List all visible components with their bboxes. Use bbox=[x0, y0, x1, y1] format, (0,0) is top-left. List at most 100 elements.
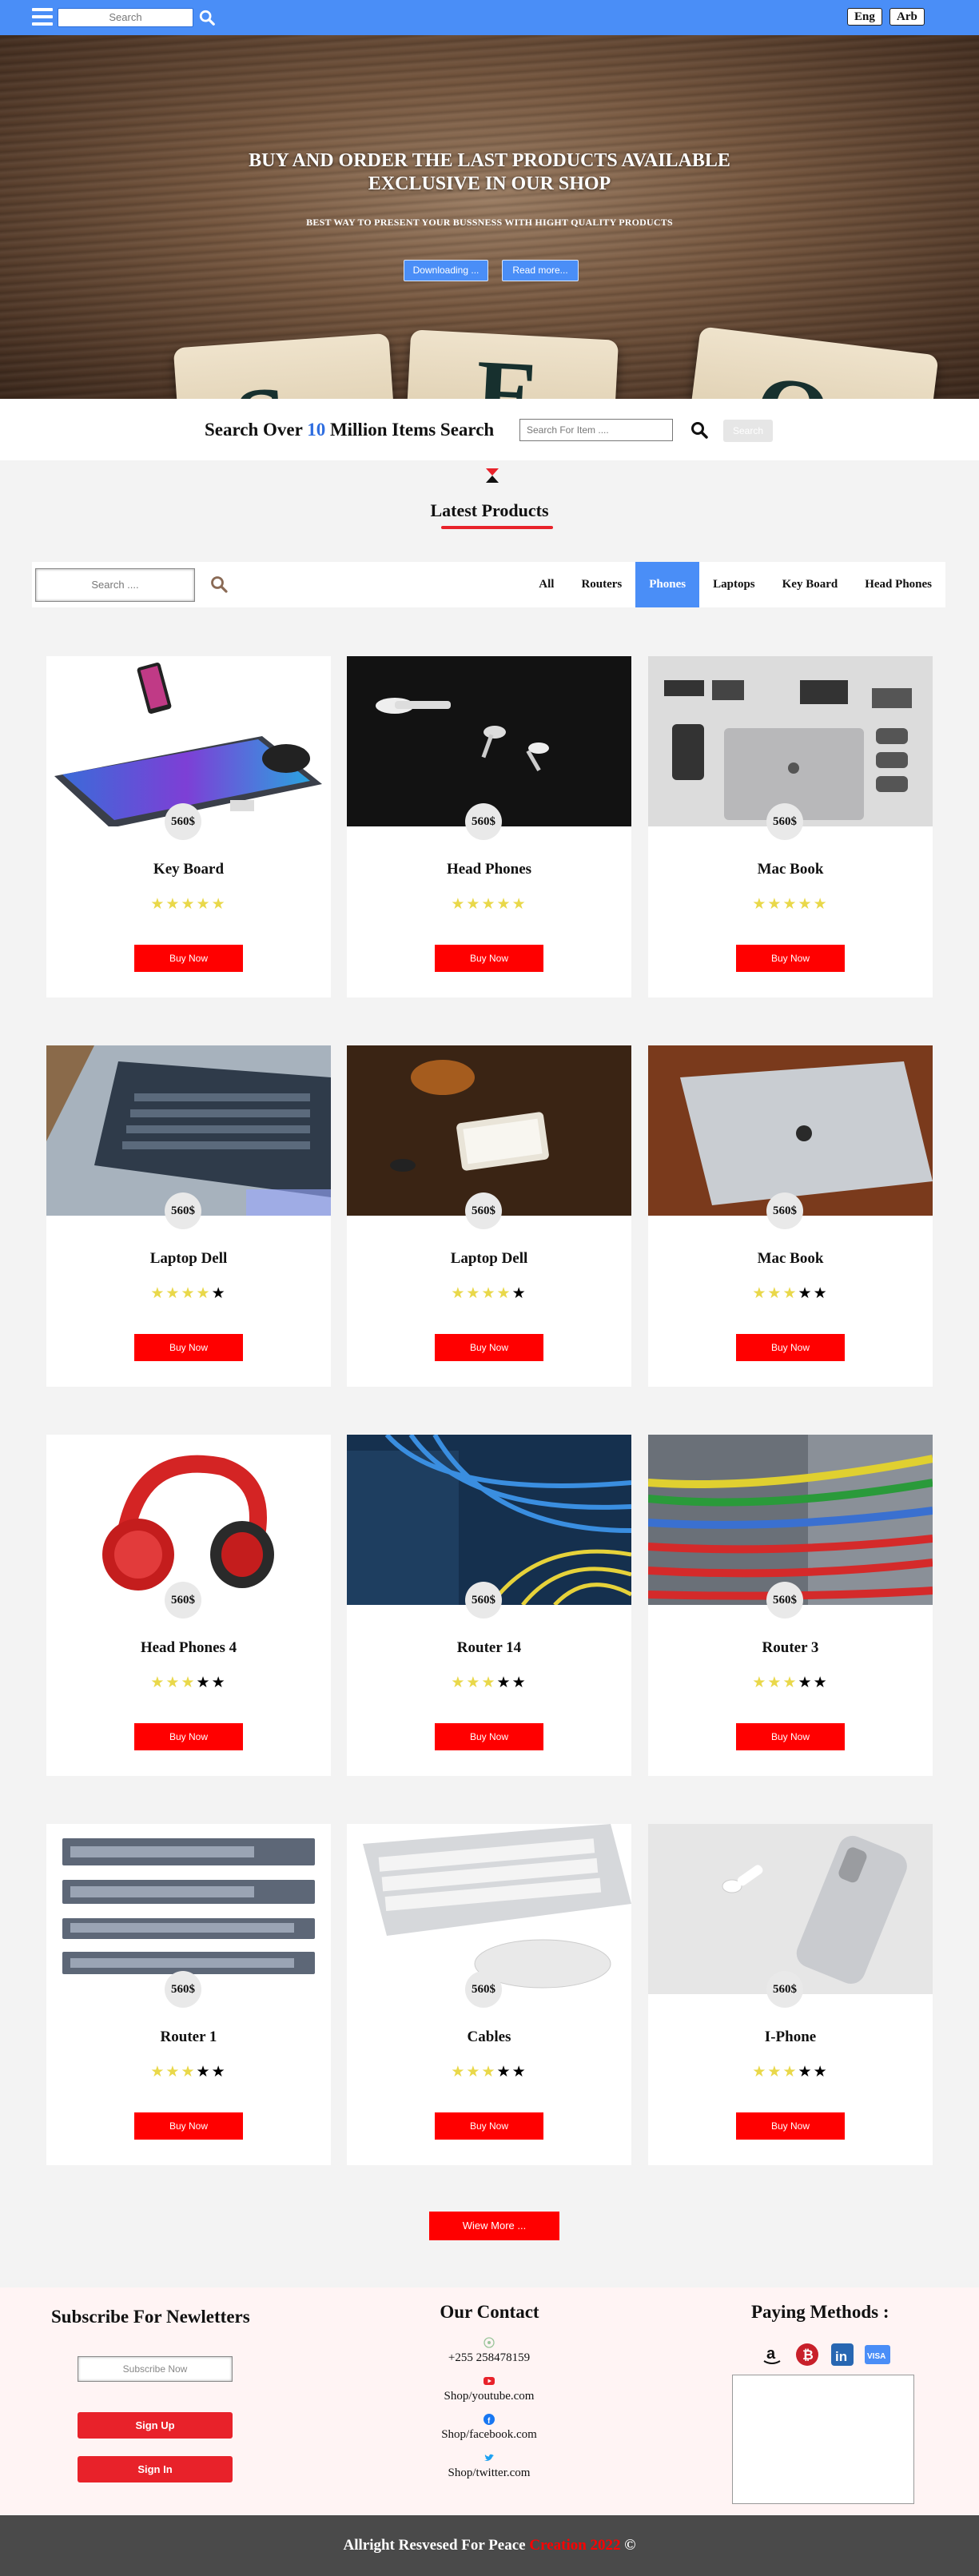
product-image[interactable] bbox=[648, 1435, 933, 1605]
header-search-input[interactable]: Search bbox=[58, 8, 193, 27]
product-name: Key Board bbox=[153, 861, 225, 878]
contact-youtube-text: Shop/youtube.com bbox=[444, 2390, 535, 2403]
star-icon: ★ bbox=[211, 1674, 227, 1691]
search-icon[interactable] bbox=[198, 8, 216, 27]
star-icon: ★ bbox=[451, 896, 467, 913]
language-eng-button[interactable]: Eng bbox=[847, 8, 882, 26]
buy-now-button[interactable]: Buy Now bbox=[435, 2112, 543, 2140]
star-icon: ★ bbox=[752, 896, 768, 913]
product-name: Router 1 bbox=[160, 2029, 217, 2045]
tab-all[interactable]: All bbox=[525, 562, 567, 607]
contact-facebook[interactable]: f Shop/facebook.com bbox=[409, 2414, 569, 2442]
star-icon: ★ bbox=[752, 2064, 768, 2080]
product-name: I-Phone bbox=[764, 2029, 817, 2045]
product-card[interactable]: 560$ Key Board ★★★★★ Buy Now bbox=[46, 656, 331, 997]
category-tabs: All Routers Phones Laptops Key Board Hea… bbox=[525, 562, 945, 607]
product-card[interactable]: 560$ Head Phones 4 ★★★★★ Buy Now bbox=[46, 1435, 331, 1776]
read-more-button[interactable]: Read more... bbox=[502, 260, 579, 281]
buy-now-button[interactable]: Buy Now bbox=[134, 1334, 243, 1361]
seo-tile-s: S bbox=[173, 332, 398, 399]
title-underline bbox=[441, 526, 553, 529]
product-name: Router 3 bbox=[762, 1639, 819, 1656]
star-icon: ★ bbox=[150, 896, 166, 913]
visa-card-icon[interactable]: VISA bbox=[865, 2342, 890, 2367]
contact-phone-text: +255 258478159 bbox=[448, 2351, 531, 2364]
star-icon: ★ bbox=[767, 1674, 783, 1691]
product-price-badge: 560$ bbox=[766, 1971, 803, 2008]
subscribe-input[interactable]: Subscribe Now bbox=[78, 2356, 233, 2382]
star-icon: ★ bbox=[451, 1285, 467, 1302]
sign-in-button[interactable]: Sign In bbox=[78, 2456, 233, 2482]
product-image[interactable] bbox=[46, 1824, 331, 1994]
product-card[interactable]: 560$ Router 14 ★★★★★ Buy Now bbox=[347, 1435, 631, 1776]
product-rating: ★★★★★ bbox=[648, 2063, 933, 2081]
payment-details-textarea[interactable] bbox=[732, 2375, 914, 2504]
buy-now-button[interactable]: Buy Now bbox=[736, 1334, 845, 1361]
product-image[interactable] bbox=[347, 1435, 631, 1605]
tab-head-phones[interactable]: Head Phones bbox=[851, 562, 945, 607]
buy-now-button[interactable]: Buy Now bbox=[134, 945, 243, 972]
product-image[interactable] bbox=[648, 656, 933, 826]
star-icon: ★ bbox=[150, 2064, 166, 2080]
star-icon: ★ bbox=[181, 2064, 197, 2080]
language-arb-button[interactable]: Arb bbox=[889, 8, 925, 26]
product-card[interactable]: 560$ Mac Book ★★★★★ Buy Now bbox=[648, 656, 933, 997]
hamburger-menu-icon[interactable] bbox=[32, 8, 53, 26]
contact-youtube[interactable]: Shop/youtube.com bbox=[409, 2375, 569, 2403]
product-name: Laptop Dell bbox=[149, 1250, 228, 1267]
star-icon: ★ bbox=[752, 1674, 768, 1691]
paying-methods-title: Paying Methods : bbox=[751, 2302, 889, 2322]
product-card[interactable]: 560$ Head Phones ★★★★★ Buy Now bbox=[347, 656, 631, 997]
contact-twitter[interactable]: Shop/twitter.com bbox=[409, 2452, 569, 2480]
product-image[interactable] bbox=[648, 1824, 933, 1994]
view-more-button[interactable]: Wiew More ... bbox=[429, 2212, 559, 2240]
buy-now-button[interactable]: Buy Now bbox=[736, 945, 845, 972]
product-image[interactable] bbox=[46, 1435, 331, 1605]
tab-key-board[interactable]: Key Board bbox=[769, 562, 852, 607]
buy-now-button[interactable]: Buy Now bbox=[134, 2112, 243, 2140]
product-card[interactable]: 560$ Cables ★★★★★ Buy Now bbox=[347, 1824, 631, 2165]
amazon-icon[interactable]: a bbox=[759, 2342, 785, 2367]
contact-facebook-text: Shop/facebook.com bbox=[441, 2428, 537, 2441]
product-image[interactable] bbox=[46, 1045, 331, 1216]
product-search-input[interactable]: Search .... bbox=[35, 568, 195, 602]
buy-now-button[interactable]: Buy Now bbox=[134, 1723, 243, 1750]
product-card[interactable]: 560$ Router 3 ★★★★★ Buy Now bbox=[648, 1435, 933, 1776]
product-image[interactable] bbox=[648, 1045, 933, 1216]
product-image[interactable] bbox=[347, 1045, 631, 1216]
star-icon: ★ bbox=[165, 2064, 181, 2080]
item-search-input[interactable]: Search For Item .... bbox=[519, 419, 673, 441]
tab-routers[interactable]: Routers bbox=[567, 562, 635, 607]
buy-now-button[interactable]: Buy Now bbox=[736, 2112, 845, 2140]
product-rating: ★★★★★ bbox=[46, 1284, 331, 1303]
sign-up-button[interactable]: Sign Up bbox=[78, 2412, 233, 2439]
search-icon[interactable] bbox=[690, 420, 709, 440]
item-search-button[interactable]: Search bbox=[723, 420, 773, 442]
linkedin-icon[interactable]: in bbox=[830, 2342, 855, 2367]
buy-now-button[interactable]: Buy Now bbox=[435, 1334, 543, 1361]
buy-now-button[interactable]: Buy Now bbox=[435, 1723, 543, 1750]
tab-phones[interactable]: Phones bbox=[635, 562, 700, 607]
product-rating: ★★★★★ bbox=[46, 895, 331, 914]
whatsapp-icon bbox=[484, 2337, 495, 2348]
product-image[interactable] bbox=[347, 1824, 631, 1994]
search-icon[interactable] bbox=[209, 575, 229, 594]
star-icon: ★ bbox=[798, 2064, 814, 2080]
buy-now-button[interactable]: Buy Now bbox=[736, 1723, 845, 1750]
product-price-badge: 560$ bbox=[766, 803, 803, 840]
product-card[interactable]: 560$ I-Phone ★★★★★ Buy Now bbox=[648, 1824, 933, 2165]
tab-laptops[interactable]: Laptops bbox=[699, 562, 769, 607]
product-image[interactable] bbox=[46, 656, 331, 826]
bitcoin-icon[interactable]: ₿ bbox=[794, 2342, 820, 2367]
downloading-button[interactable]: Downloading ... bbox=[404, 260, 488, 281]
product-image[interactable] bbox=[347, 656, 631, 826]
buy-now-button[interactable]: Buy Now bbox=[435, 945, 543, 972]
product-card[interactable]: 560$ Laptop Dell ★★★★★ Buy Now bbox=[46, 1045, 331, 1387]
product-card[interactable]: 560$ Mac Book ★★★★★ Buy Now bbox=[648, 1045, 933, 1387]
product-card[interactable]: 560$ Router 1 ★★★★★ Buy Now bbox=[46, 1824, 331, 2165]
product-card[interactable]: 560$ Laptop Dell ★★★★★ Buy Now bbox=[347, 1045, 631, 1387]
product-rating: ★★★★★ bbox=[347, 1674, 631, 1692]
star-icon: ★ bbox=[211, 896, 227, 913]
contact-phone[interactable]: +255 258478159 bbox=[409, 2337, 569, 2365]
star-icon: ★ bbox=[496, 1285, 512, 1302]
